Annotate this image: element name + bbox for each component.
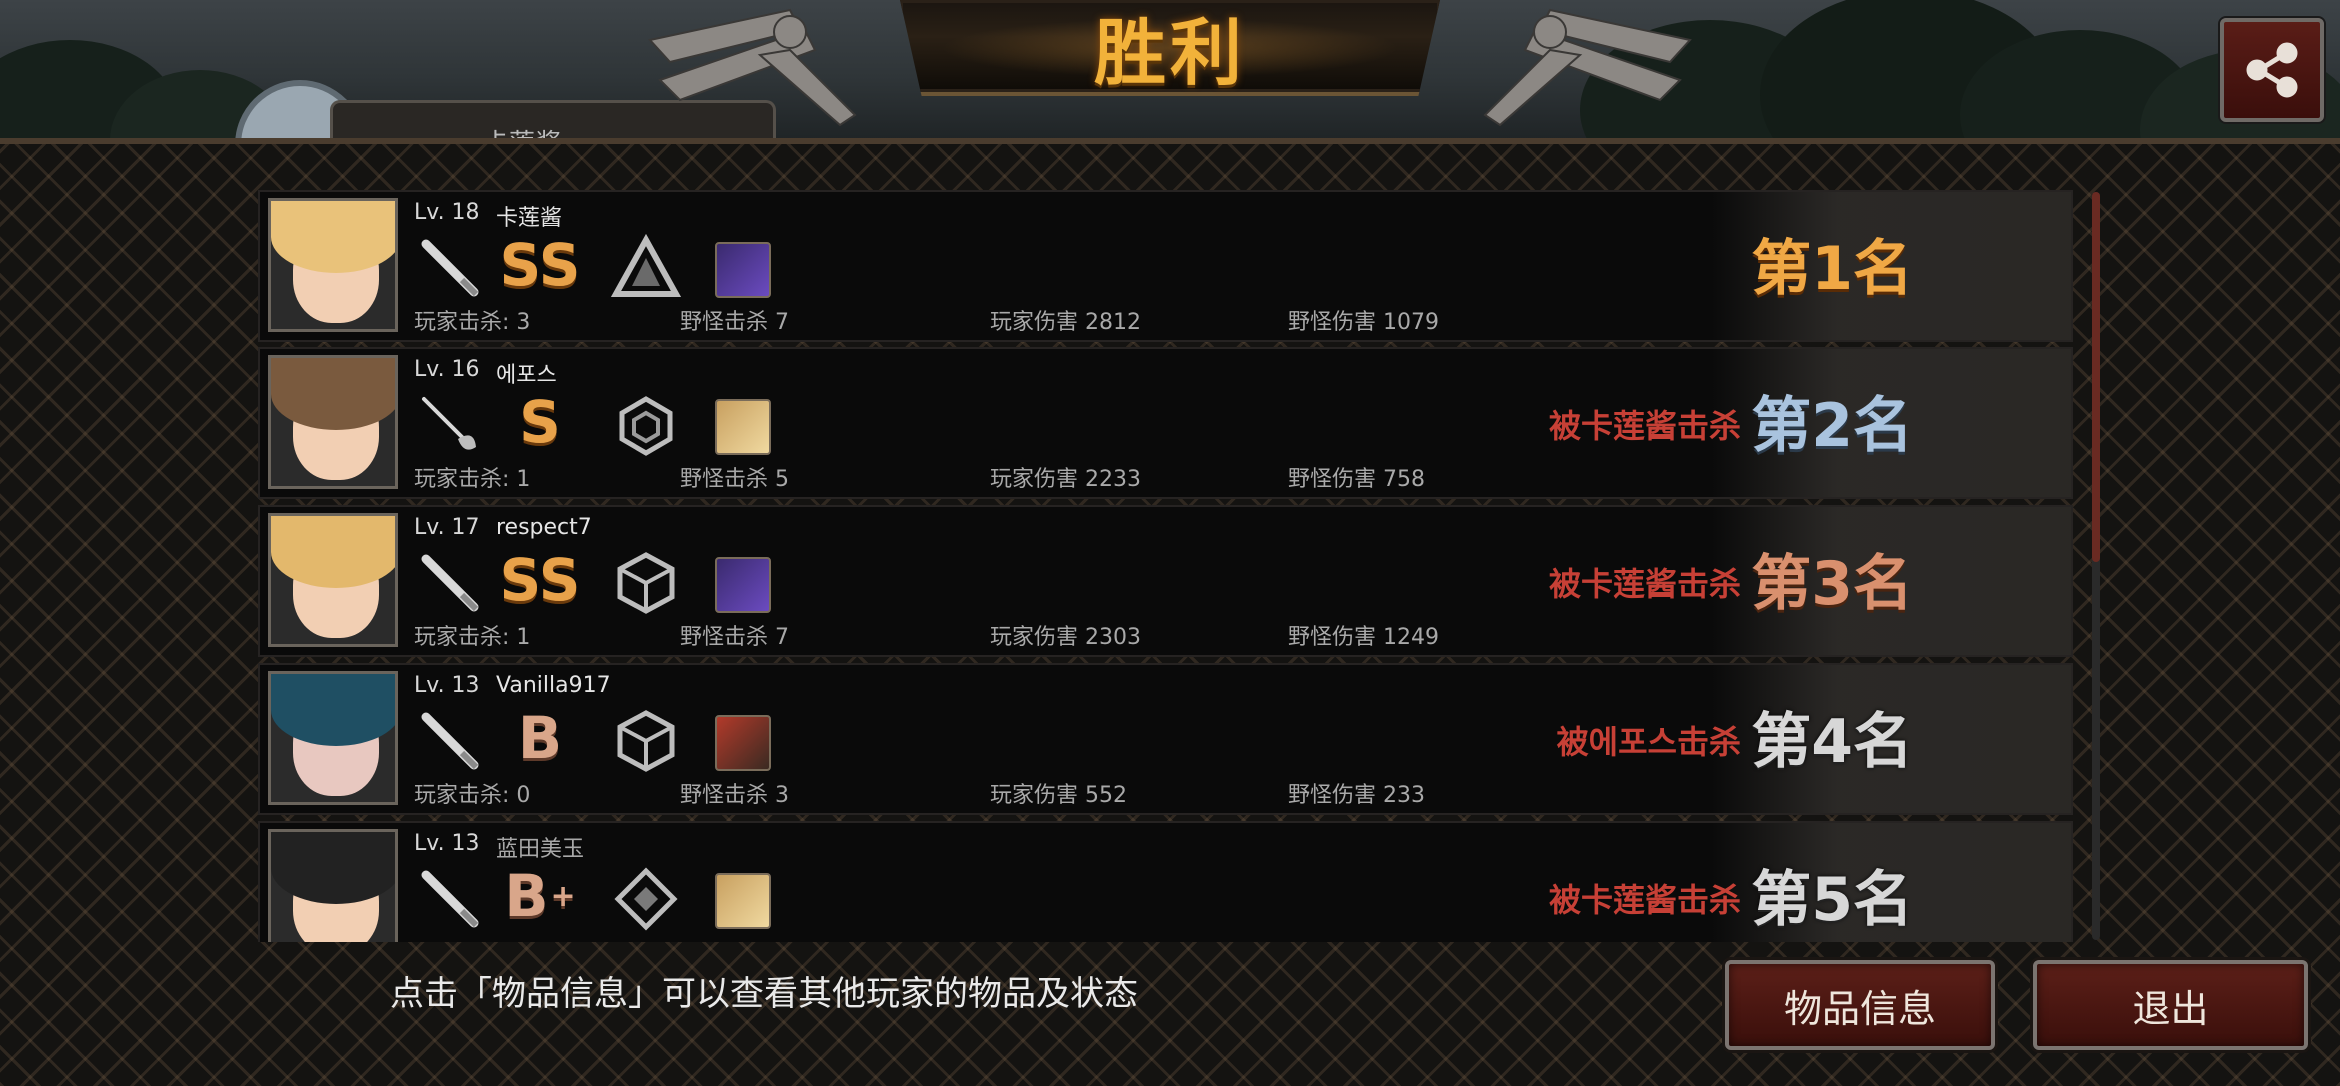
player-kills: 玩家击杀: 3 (414, 310, 531, 335)
purple-item-icon[interactable] (715, 557, 771, 613)
monster-kills: 野怪击杀 5 (680, 467, 789, 492)
portrait-item-icon[interactable] (715, 715, 771, 771)
purple-item-icon[interactable] (715, 242, 771, 298)
monster-damage: 野怪伤害 233 (1288, 783, 1425, 808)
grade-plus: + (550, 878, 576, 914)
rapier-weapon-icon (422, 397, 476, 450)
player-row[interactable]: Lv. 17 respect7 SS 玩家击杀: 1 野怪击杀 7 玩家伤害 2… (258, 505, 2073, 657)
placement-rank: 第5名 (1751, 865, 1913, 935)
player-kills: 玩家击杀: 0 (414, 783, 531, 808)
scrollbar-thumb[interactable] (2092, 192, 2100, 562)
share-icon (2246, 42, 2298, 98)
placement-rank: 第1名 (1751, 234, 1913, 304)
share-button[interactable] (2220, 18, 2324, 122)
monster-kills: 野怪击杀 7 (680, 625, 789, 650)
player-row[interactable]: Lv. 18 卡莲酱 SS 玩家击杀: 3 野怪击杀 7 玩家伤害 2812 野… (258, 190, 2073, 342)
cube-emblem-icon (617, 552, 675, 614)
gold-item-icon[interactable] (715, 873, 771, 929)
crossed-guns-right-icon (1483, 8, 1692, 127)
bat-weapon-icon (421, 870, 479, 928)
player-kills: 玩家击杀: 1 (414, 467, 531, 492)
player-avatar (268, 355, 398, 489)
item-info-button[interactable]: 物品信息 (1725, 960, 1995, 1050)
crossed-guns-left-icon (648, 8, 857, 127)
placement-rank: 第2名 (1751, 391, 1913, 461)
player-avatar (268, 671, 398, 805)
victory-title: 胜利 (1093, 10, 1246, 95)
bat-weapon-icon (421, 554, 479, 612)
player-level: Lv. 17 (414, 515, 480, 540)
player-avatar (268, 829, 398, 942)
gold-item-icon[interactable] (715, 399, 771, 455)
bat-weapon-icon (421, 239, 479, 297)
player-name: Vanilla917 (496, 673, 611, 698)
grade-badge: SS (499, 546, 581, 614)
killed-by-label: 被卡莲酱击杀 (1548, 407, 1741, 445)
results-scrollbar[interactable] (2092, 192, 2100, 940)
results-list[interactable]: Lv. 18 卡莲酱 SS 玩家击杀: 3 野怪击杀 7 玩家伤害 2812 野… (258, 190, 2078, 942)
killed-by-label: 被卡莲酱击杀 (1548, 565, 1741, 603)
player-avatar (268, 513, 398, 647)
player-name: respect7 (496, 515, 592, 540)
placement-rank: 第4名 (1751, 707, 1913, 777)
player-row[interactable]: Lv. 13 Vanilla917 B 玩家击杀: 0 野怪击杀 3 玩家伤害 … (258, 663, 2073, 815)
player-level: Lv. 13 (414, 831, 480, 856)
killed-by-label: 被에포스击杀 (1556, 723, 1741, 761)
player-kills: 玩家击杀: 1 (414, 625, 531, 650)
placement-rank: 第3名 (1751, 549, 1913, 619)
hint-text: 点击「物品信息」可以查看其他玩家的物品及状态 (390, 974, 1138, 1014)
victory-banner: 胜利 (900, 0, 1440, 96)
player-row[interactable]: Lv. 16 에포스 S 玩家击杀: 1 野怪击杀 5 玩家伤害 2233 野怪… (258, 347, 2073, 499)
player-level: Lv. 16 (414, 357, 480, 382)
player-level: Lv. 18 (414, 200, 480, 225)
monster-kills: 野怪击杀 3 (680, 783, 789, 808)
hexagon-emblem-icon (619, 396, 673, 456)
player-damage: 玩家伤害 2812 (990, 310, 1141, 335)
bat-weapon-icon (421, 712, 479, 770)
grade-badge: S (519, 388, 561, 456)
killed-by-label: 被卡莲酱击杀 (1548, 881, 1741, 919)
grade-badge: B + (504, 862, 576, 930)
diamond-emblem-icon (614, 867, 678, 931)
player-level: Lv. 13 (414, 673, 480, 698)
grade-badge: SS (499, 231, 581, 299)
monster-damage: 野怪伤害 758 (1288, 467, 1425, 492)
monster-damage: 野怪伤害 1249 (1288, 625, 1439, 650)
player-avatar (268, 198, 398, 332)
player-damage: 玩家伤害 2303 (990, 625, 1141, 650)
monster-damage: 野怪伤害 1079 (1288, 310, 1439, 335)
cube-emblem-icon (617, 710, 675, 772)
player-damage: 玩家伤害 2233 (990, 467, 1141, 492)
grade-badge: B (517, 704, 563, 772)
player-damage: 玩家伤害 552 (990, 783, 1127, 808)
monster-kills: 野怪击杀 7 (680, 310, 789, 335)
player-row[interactable]: Lv. 13 蓝田美玉 B + 被卡莲酱击杀 第5名 (258, 821, 2073, 942)
triangle-emblem-icon (610, 233, 682, 297)
exit-button[interactable]: 退出 (2033, 960, 2308, 1050)
